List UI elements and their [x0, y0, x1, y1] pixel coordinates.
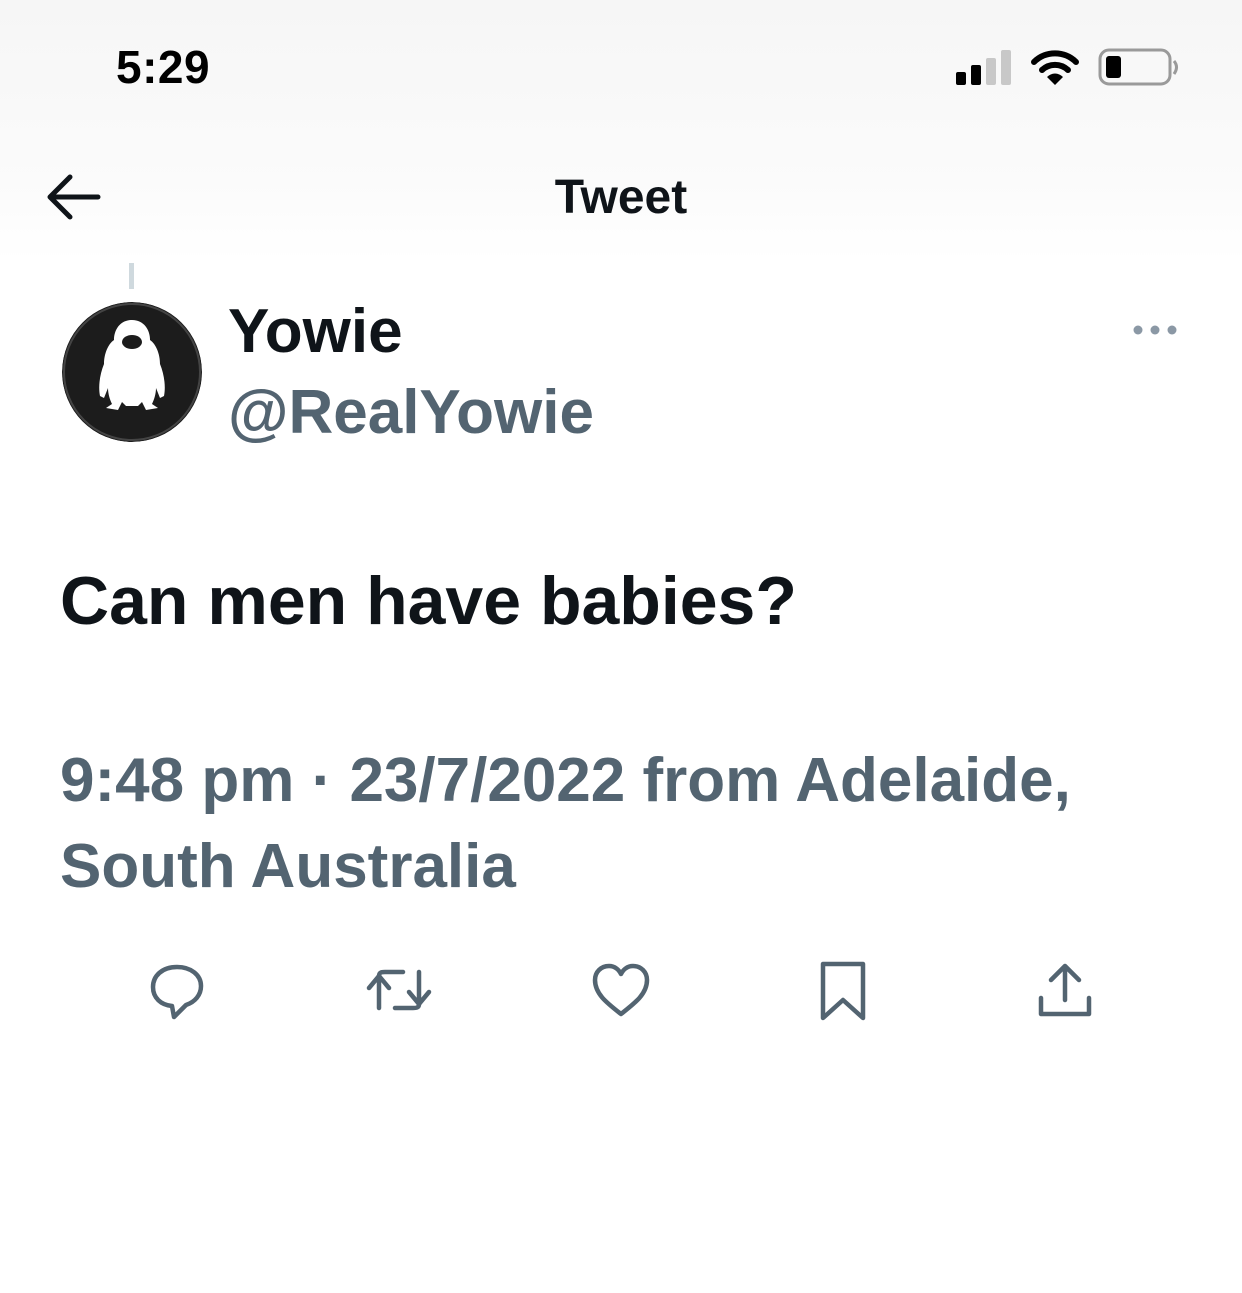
- more-options-button[interactable]: [1130, 318, 1180, 342]
- tweet-location-line1: from Adelaide,: [642, 746, 1071, 815]
- meta-separator: ·: [311, 746, 333, 815]
- battery-low-icon: [1098, 48, 1180, 93]
- thread-connector-line: [129, 263, 134, 289]
- more-horizontal-icon: [1133, 325, 1177, 335]
- tweet-text: Can men have babies?: [60, 563, 797, 639]
- bookmark-icon: [820, 961, 866, 1021]
- share-icon: [1038, 963, 1092, 1017]
- reply-button[interactable]: [137, 950, 217, 1030]
- tweet-metadata: 9:48 pm · 23/7/2022 from Adelaide, South…: [60, 738, 1220, 910]
- bookmark-button[interactable]: [803, 950, 883, 1030]
- share-button[interactable]: [1025, 950, 1105, 1030]
- tweet-date[interactable]: 23/7/2022: [349, 746, 625, 815]
- cellular-signal-icon: [956, 50, 1014, 91]
- like-button[interactable]: [581, 950, 661, 1030]
- tweet-detail-screen: 5:29 Tweet Yowie @RealYowie Can men have…: [0, 0, 1242, 1293]
- avatar[interactable]: [62, 302, 202, 442]
- heart-icon: [592, 963, 650, 1017]
- tweet-time[interactable]: 9:48 pm: [60, 746, 294, 815]
- wifi-icon: [1030, 48, 1080, 93]
- retweet-button[interactable]: [359, 950, 439, 1030]
- author-handle[interactable]: @RealYowie: [228, 377, 594, 448]
- retweet-icon: [366, 969, 432, 1011]
- reply-icon: [150, 964, 204, 1020]
- author-display-name[interactable]: Yowie: [228, 296, 403, 367]
- status-time: 5:29: [116, 41, 211, 93]
- page-title: Tweet: [554, 171, 688, 224]
- yowie-silhouette-avatar: [62, 302, 202, 442]
- tweet-action-bar: [0, 950, 1242, 1030]
- tweet-location-line2: South Australia: [60, 832, 516, 901]
